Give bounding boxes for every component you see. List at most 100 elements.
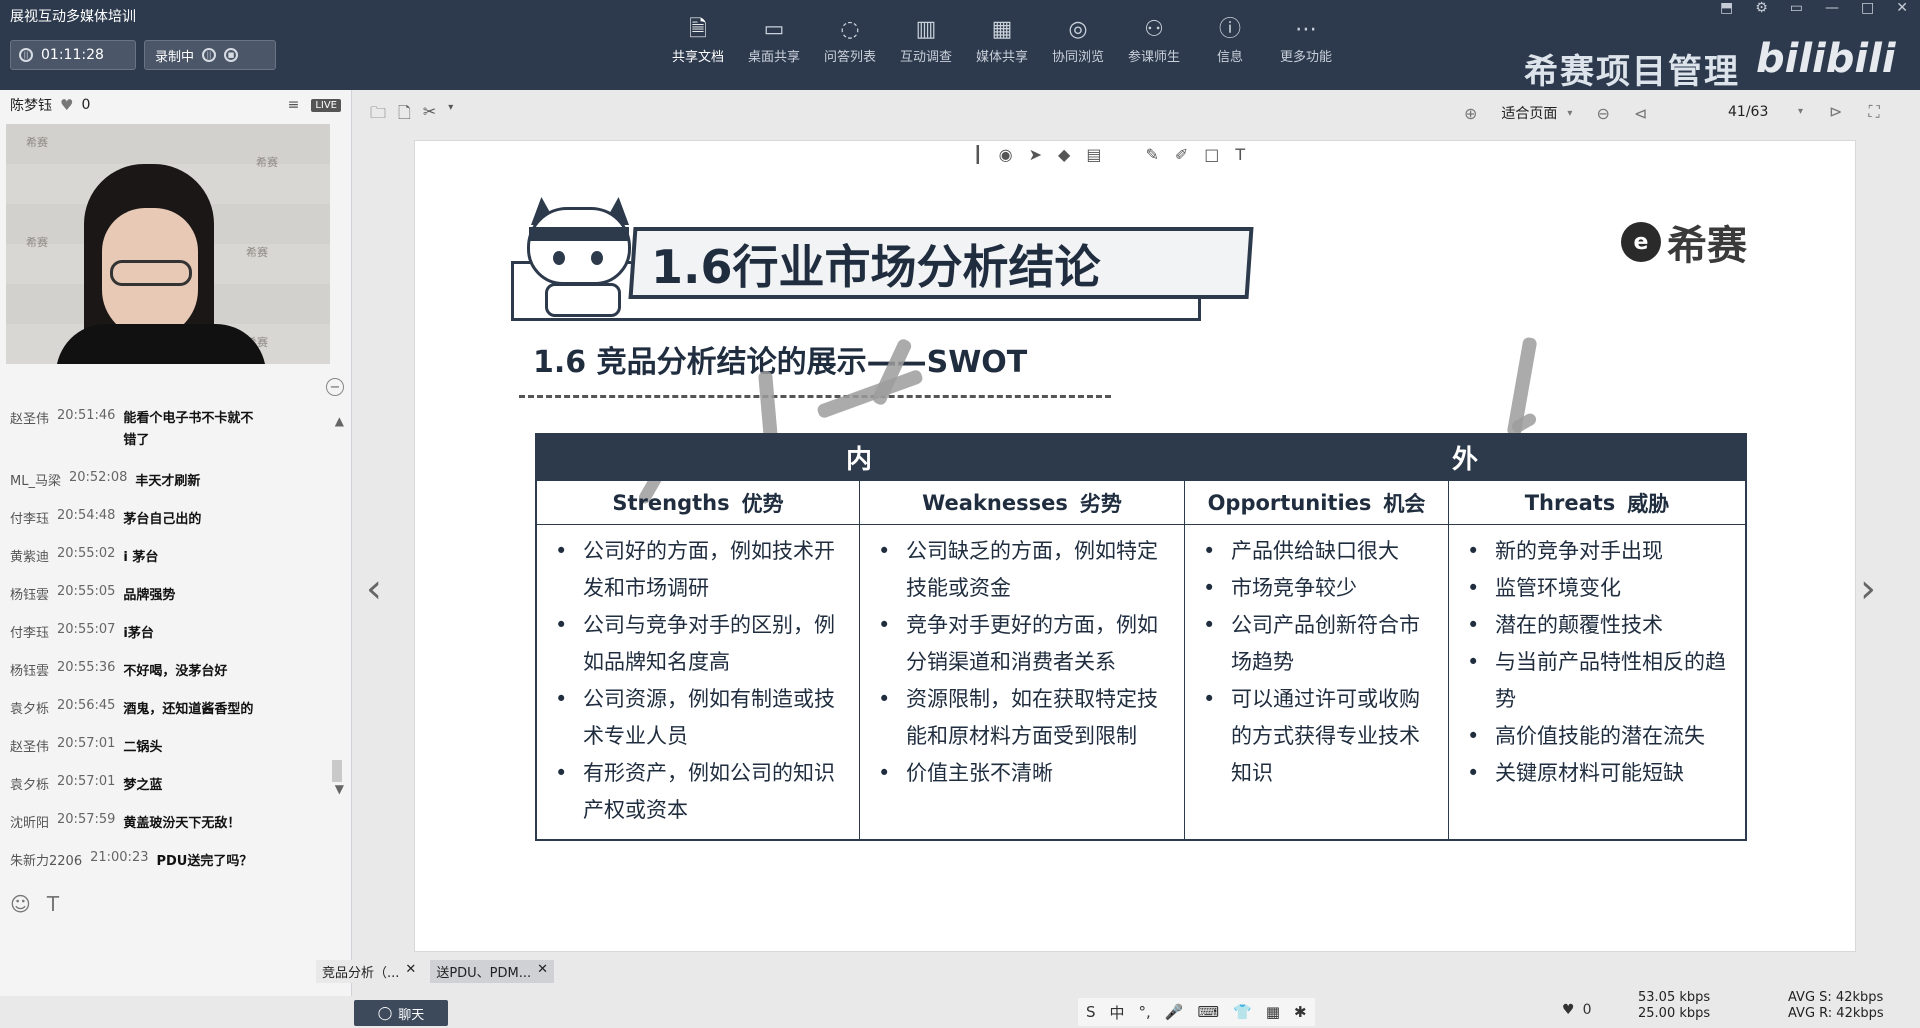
scroll-up-icon[interactable]: ▲: [335, 414, 344, 428]
video-watermark: 希赛: [26, 236, 48, 249]
fullscreen-icon[interactable]: ⛶: [1868, 102, 1879, 122]
swot-weaknesses: Weaknesses 劣势 公司缺乏的方面，例如特定技能或资金 竞争对手更好的方…: [860, 481, 1185, 839]
pointer-icon[interactable]: ➤: [1029, 145, 1042, 164]
presenter-row: 陈梦钰 ♥ 0 ≡ LIVE: [0, 90, 351, 120]
compass-icon: ◎: [1068, 17, 1088, 42]
maximize-icon[interactable]: □: [1861, 0, 1874, 16]
scroll-down-icon[interactable]: ▼: [335, 782, 344, 796]
tool-participants[interactable]: ⚇ 参课师生: [1116, 14, 1192, 65]
record-pause-icon[interactable]: ||: [202, 48, 217, 62]
text-format-icon[interactable]: T: [47, 892, 59, 916]
minimize-tray-icon[interactable]: ⬒: [1720, 0, 1733, 16]
list-item: 价值主张不清晰: [872, 755, 1174, 792]
chat-message: 袁夕栎 20:56:45 酒鬼，还知道酱香型的: [10, 698, 310, 717]
ime-language[interactable]: 中: [1110, 1002, 1125, 1023]
chat-author: 杨钰雲: [10, 664, 50, 679]
grid-icon[interactable]: ▦: [1266, 1003, 1280, 1021]
punctuation-icon[interactable]: °,: [1139, 1003, 1151, 1021]
chat-author: 沈昕阳: [10, 816, 50, 831]
prev-page-icon[interactable]: ⊲: [1634, 104, 1647, 123]
video-watermark: 希赛: [26, 136, 48, 149]
doc-tab[interactable]: 送PDU、PDM... ✕: [430, 960, 555, 983]
chat-text: i 茅台: [123, 550, 159, 565]
column-header: Opportunities 机会: [1185, 481, 1448, 525]
zoom-out-icon[interactable]: ⊖: [1596, 104, 1609, 123]
tool-share-document[interactable]: 🗎 共享文档: [660, 14, 736, 65]
chat-time: 20:55:07: [57, 622, 116, 637]
chat-time: 20:56:45: [57, 698, 116, 713]
record-stop-icon[interactable]: ■: [224, 48, 239, 62]
close-icon[interactable]: ✕: [405, 962, 416, 981]
zoom-in-icon[interactable]: ⊕: [1464, 104, 1477, 123]
page-dropdown-icon[interactable]: ▾: [1798, 106, 1803, 122]
file-icon[interactable]: 🗋: [398, 102, 411, 129]
microphone-icon[interactable]: 🎤: [1165, 1003, 1184, 1021]
tool-survey[interactable]: ▥ 互动调查: [888, 14, 964, 65]
doc-tab[interactable]: 竞品分析（... ✕: [316, 960, 423, 983]
close-icon[interactable]: ✕: [537, 962, 548, 981]
next-page-icon[interactable]: ⊳: [1829, 102, 1842, 122]
heart-icon[interactable]: ♥: [60, 96, 73, 114]
slide-subtitle: 1.6 竞品分析结论的展示——SWOT: [533, 345, 1028, 380]
clear-icon[interactable]: ▤: [1086, 145, 1101, 164]
settings-icon[interactable]: ⚙: [1755, 0, 1768, 16]
slide-prev-arrow[interactable]: ‹: [366, 566, 382, 612]
chat-time: 20:51:46: [57, 408, 116, 423]
eraser-icon[interactable]: ◆: [1058, 145, 1070, 164]
chat-scrollbar[interactable]: [332, 760, 342, 782]
skin-icon[interactable]: 👕: [1233, 1003, 1252, 1021]
pen-icon[interactable]: ✎: [1145, 145, 1158, 164]
chat-button[interactable]: ◯ 聊天: [354, 1000, 448, 1026]
minimize-icon[interactable]: —: [1825, 0, 1839, 16]
recording-control[interactable]: 录制中 || ■: [144, 40, 276, 70]
highlighter-icon[interactable]: ✐: [1175, 145, 1188, 164]
list-item: 可以通过许可或收购的方式获得专业技术知识: [1197, 681, 1438, 792]
collapse-icon[interactable]: −: [326, 378, 344, 396]
list-item: 市场竞争较少: [1197, 570, 1438, 607]
tool-info[interactable]: ⓘ 信息: [1192, 14, 1268, 65]
tool-media-share[interactable]: ▦ 媒体共享: [964, 14, 1040, 65]
swot-threats: Threats 威胁 新的竞争对手出现 监管环境变化 潜在的颠覆性技术 与当前产…: [1449, 481, 1745, 839]
zoom-select[interactable]: 适合页面: [1501, 103, 1557, 123]
sogou-icon[interactable]: S: [1086, 1003, 1096, 1021]
tool-more[interactable]: ⋯ 更多功能: [1268, 14, 1344, 65]
scissors-icon[interactable]: ✂: [423, 102, 436, 129]
rectangle-icon[interactable]: □: [1204, 145, 1219, 164]
desktop-icon: ▭: [763, 17, 785, 42]
timer-control[interactable]: || 01:11:28: [10, 40, 136, 70]
tool-co-browse[interactable]: ◎ 协同浏览: [1040, 14, 1116, 65]
folder-icon[interactable]: 🗀: [370, 102, 386, 129]
annotation-stroke: [757, 370, 779, 442]
emoji-icon[interactable]: ☺: [10, 892, 31, 916]
chat-author: 杨钰雲: [10, 588, 50, 603]
laser-icon[interactable]: ◉: [999, 145, 1013, 164]
chat-panel: − ▲ ▼ 赵圣伟 20:51:46 能看个电子书不卡就不错了 ML_马梁 20…: [0, 370, 352, 970]
chat-time: 20:57:01: [57, 774, 116, 789]
swot-strengths: Strengths 优势 公司好的方面，例如技术开发和市场调研 公司与竞争对手的…: [537, 481, 860, 839]
list-item: 公司缺乏的方面，例如特定技能或资金: [872, 533, 1174, 607]
close-icon[interactable]: ✕: [1896, 0, 1908, 16]
list-item: 关键原材料可能短缺: [1461, 755, 1735, 792]
tool-qa-list[interactable]: ◌ 问答列表: [812, 14, 888, 65]
slide: ┃ ◉ ➤ ◆ ▤ ✎ ✐ □ T 1.6行业市场分析结论 e 希赛 1.6 竞…: [414, 140, 1856, 952]
list-menu-icon[interactable]: ≡: [288, 97, 300, 113]
page-indicator[interactable]: 41/63: [1728, 104, 1768, 120]
chat-author: 袁夕栎: [10, 778, 50, 793]
video-watermark: 希赛: [256, 156, 278, 169]
list-item: 公司好的方面，例如技术开发和市场调研: [549, 533, 849, 607]
text-icon[interactable]: T: [1235, 145, 1245, 164]
bug-icon[interactable]: ✱: [1294, 1003, 1307, 1021]
list-item: 监管环境变化: [1461, 570, 1735, 607]
list-item: 竞争对手更好的方面，例如分销渠道和消费者关系: [872, 607, 1174, 681]
chat-text: 能看个电子书不卡就不错了: [123, 411, 254, 448]
tool-label: 参课师生: [1127, 50, 1180, 65]
heart-icon[interactable]: ♥: [1562, 1002, 1575, 1018]
keyboard-icon[interactable]: ⌨: [1198, 1003, 1220, 1021]
internal-label: 内: [845, 444, 872, 475]
restore-icon[interactable]: ▭: [1790, 0, 1803, 16]
chevron-down-icon[interactable]: ▾: [1567, 108, 1572, 119]
dropdown-icon[interactable]: ▾: [448, 102, 453, 129]
chat-text: 茅台自己出的: [123, 512, 202, 527]
slide-next-arrow[interactable]: ›: [1860, 566, 1876, 612]
tool-desktop-share[interactable]: ▭ 桌面共享: [736, 14, 812, 65]
